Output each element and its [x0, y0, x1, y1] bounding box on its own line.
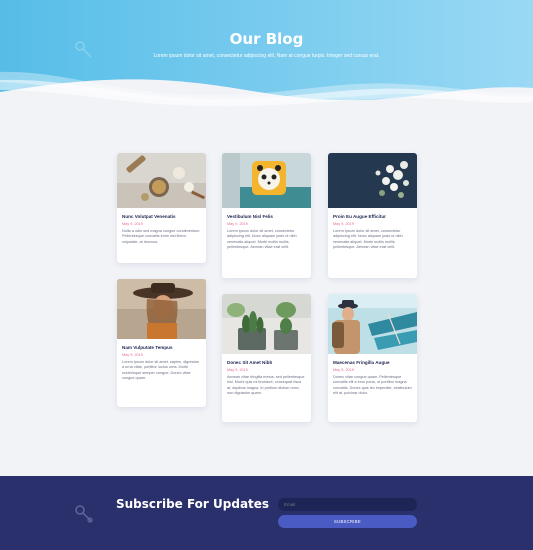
blog-card[interactable]: Proin Eu Augue Efficitur May 9, 2019 Lor… — [328, 153, 417, 278]
post-excerpt: Lorem ipsum dolor sit amet, consectetur … — [227, 229, 297, 250]
post-excerpt: Lorem ipsum dolor sit amet, sapien, dign… — [122, 360, 200, 381]
post-thumbnail[interactable] — [222, 153, 311, 208]
post-date: May 9, 2019 — [333, 368, 354, 372]
page-title: Our Blog — [229, 30, 304, 48]
post-title[interactable]: Donec Sit Amet Nibh — [227, 360, 306, 366]
blog-card[interactable]: Maecenas Fringilla Augue May 9, 2019 Don… — [328, 294, 417, 422]
blog-card[interactable]: Nam Vulputate Tempus May 9, 2019 Lorem i… — [117, 279, 206, 407]
key-icon — [75, 505, 93, 523]
blog-card[interactable]: Nunc Volutpat Venenatis May 9, 2019 Null… — [117, 153, 206, 263]
hero-subtitle: Lorem ipsum dolor sit amet, consectetur … — [153, 53, 380, 59]
post-thumbnail[interactable] — [222, 294, 311, 354]
blog-hero: Our Blog Lorem ipsum dolor sit amet, con… — [0, 0, 533, 110]
post-date: May 9, 2019 — [227, 368, 248, 372]
blog-card[interactable]: Vestibulum Nisl Felis May 9, 2019 Lorem … — [222, 153, 311, 278]
post-title[interactable]: Nam Vulputate Tempus — [122, 345, 201, 351]
post-thumbnail[interactable] — [328, 294, 417, 354]
post-excerpt: Lorem ipsum dolor sit amet, consectetur … — [333, 229, 403, 250]
blog-card[interactable]: Donec Sit Amet Nibh May 9, 2019 Aenean v… — [222, 294, 311, 422]
subscribe-title: Subscribe For Updates — [116, 497, 270, 511]
post-title[interactable]: Vestibulum Nisl Felis — [227, 214, 306, 220]
post-thumbnail[interactable] — [117, 153, 206, 208]
post-date: May 9, 2019 — [122, 222, 143, 226]
post-title[interactable]: Maecenas Fringilla Augue — [333, 360, 412, 366]
post-excerpt: Donec vitae congue quam. Pellentesque co… — [333, 375, 412, 396]
post-date: May 9, 2019 — [333, 222, 354, 226]
post-thumbnail[interactable] — [328, 153, 417, 208]
post-thumbnail[interactable] — [117, 279, 206, 339]
post-excerpt: Aenean vitae fringilla metus, sed pellen… — [227, 375, 305, 396]
post-excerpt: Nulla a odio sed magna congue condimentu… — [122, 229, 201, 244]
post-title[interactable]: Nunc Volutpat Venenatis — [122, 214, 201, 220]
post-date: May 9, 2019 — [227, 222, 248, 226]
email-field[interactable] — [278, 498, 417, 511]
post-date: May 9, 2019 — [122, 353, 143, 357]
post-title[interactable]: Proin Eu Augue Efficitur — [333, 214, 412, 220]
subscribe-button[interactable]: SUBSCRIBE — [278, 515, 417, 528]
